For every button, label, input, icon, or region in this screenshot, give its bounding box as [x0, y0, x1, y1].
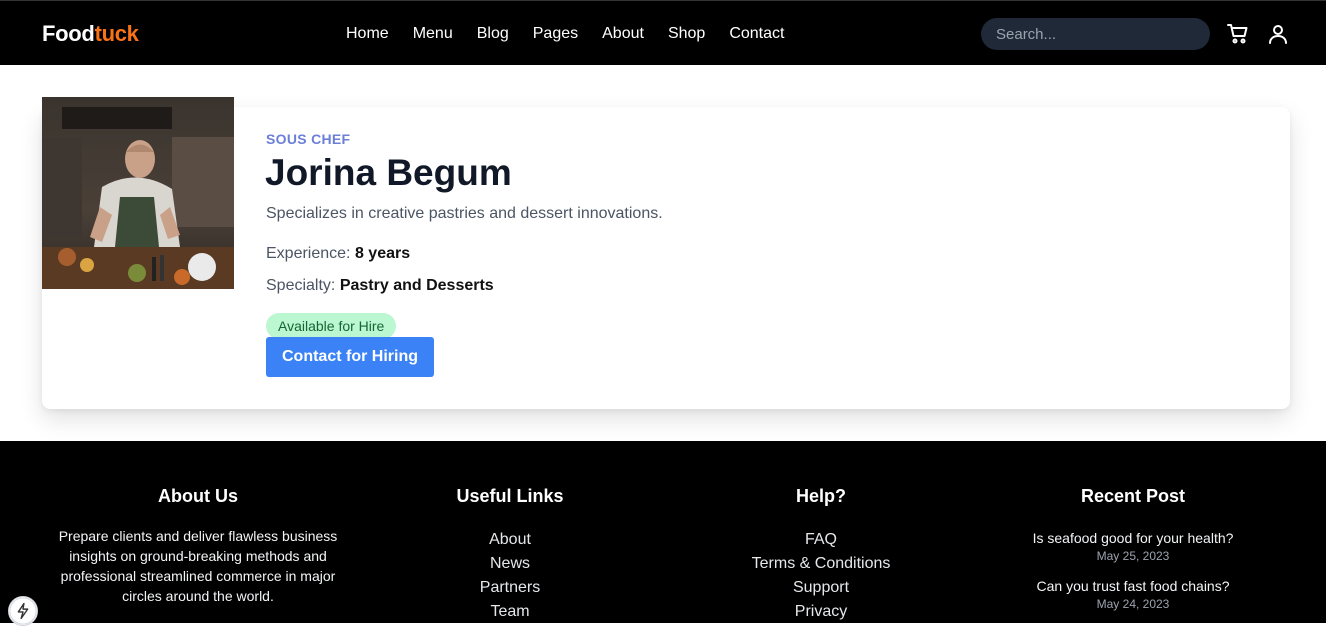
nav-blog[interactable]: Blog — [477, 25, 509, 43]
nav-menu[interactable]: Menu — [413, 25, 453, 43]
specialty-label: Specialty: — [266, 277, 336, 294]
chef-role: SOUS CHEF — [266, 131, 351, 147]
site-footer: About Us Prepare clients and deliver fla… — [0, 441, 1326, 623]
site-logo[interactable]: Foodtuck — [42, 21, 139, 47]
footer-link-team[interactable]: Team — [410, 600, 610, 624]
logo-main: Food — [42, 21, 95, 46]
recent-post-title[interactable]: Can you trust fast food chains? — [1003, 578, 1263, 594]
availability-badge: Available for Hire — [266, 313, 397, 339]
logo-accent: tuck — [94, 21, 139, 46]
recent-post-title[interactable]: Is seafood good for your health? — [1003, 530, 1263, 546]
nav-pages[interactable]: Pages — [533, 25, 578, 43]
footer-link-terms[interactable]: Terms & Conditions — [721, 552, 921, 576]
footer-help-title: Help? — [795, 486, 846, 506]
user-icon[interactable] — [1266, 22, 1290, 46]
footer-link-partners[interactable]: Partners — [410, 576, 610, 600]
recent-post[interactable]: Can you trust fast food chains? May 24, … — [1003, 578, 1263, 611]
footer-link-about[interactable]: About — [410, 528, 610, 552]
footer-link-support[interactable]: Support — [721, 576, 921, 600]
chef-photo — [42, 97, 234, 289]
lightning-icon[interactable] — [8, 596, 38, 626]
footer-about-title: About Us — [158, 486, 238, 506]
nav-shop[interactable]: Shop — [668, 25, 705, 43]
nav-home[interactable]: Home — [346, 25, 389, 43]
chef-name: Jorina Begum — [265, 152, 512, 193]
nav-about[interactable]: About — [602, 25, 644, 43]
footer-about-text: Prepare clients and deliver flawless bus… — [58, 528, 338, 604]
specialty-row: Specialty: Pastry and Desserts — [266, 277, 494, 295]
main-nav: Home Menu Blog Pages About Shop Contact — [346, 25, 808, 43]
chef-description: Specializes in creative pastries and des… — [266, 205, 663, 222]
recent-post[interactable]: Is seafood good for your health? May 25,… — [1003, 530, 1263, 563]
recent-post-date: May 25, 2023 — [1096, 549, 1170, 563]
footer-link-privacy[interactable]: Privacy — [721, 600, 921, 624]
footer-recent-title: Recent Post — [1080, 486, 1186, 506]
footer-link-news[interactable]: News — [410, 552, 610, 576]
nav-contact[interactable]: Contact — [729, 25, 784, 43]
cart-icon[interactable] — [1226, 22, 1250, 46]
footer-useful-title: Useful Links — [456, 486, 564, 506]
search-input[interactable] — [981, 18, 1210, 50]
footer-link-faq[interactable]: FAQ — [721, 528, 921, 552]
contact-hiring-button[interactable]: Contact for Hiring — [266, 337, 434, 377]
site-header: Foodtuck Home Menu Blog Pages About Shop… — [0, 0, 1326, 65]
experience-label: Experience: — [266, 245, 351, 262]
specialty-value: Pastry and Desserts — [339, 277, 494, 294]
recent-post-date: May 24, 2023 — [1096, 597, 1170, 611]
experience-row: Experience: 8 years — [266, 245, 410, 263]
experience-value: 8 years — [354, 245, 411, 262]
